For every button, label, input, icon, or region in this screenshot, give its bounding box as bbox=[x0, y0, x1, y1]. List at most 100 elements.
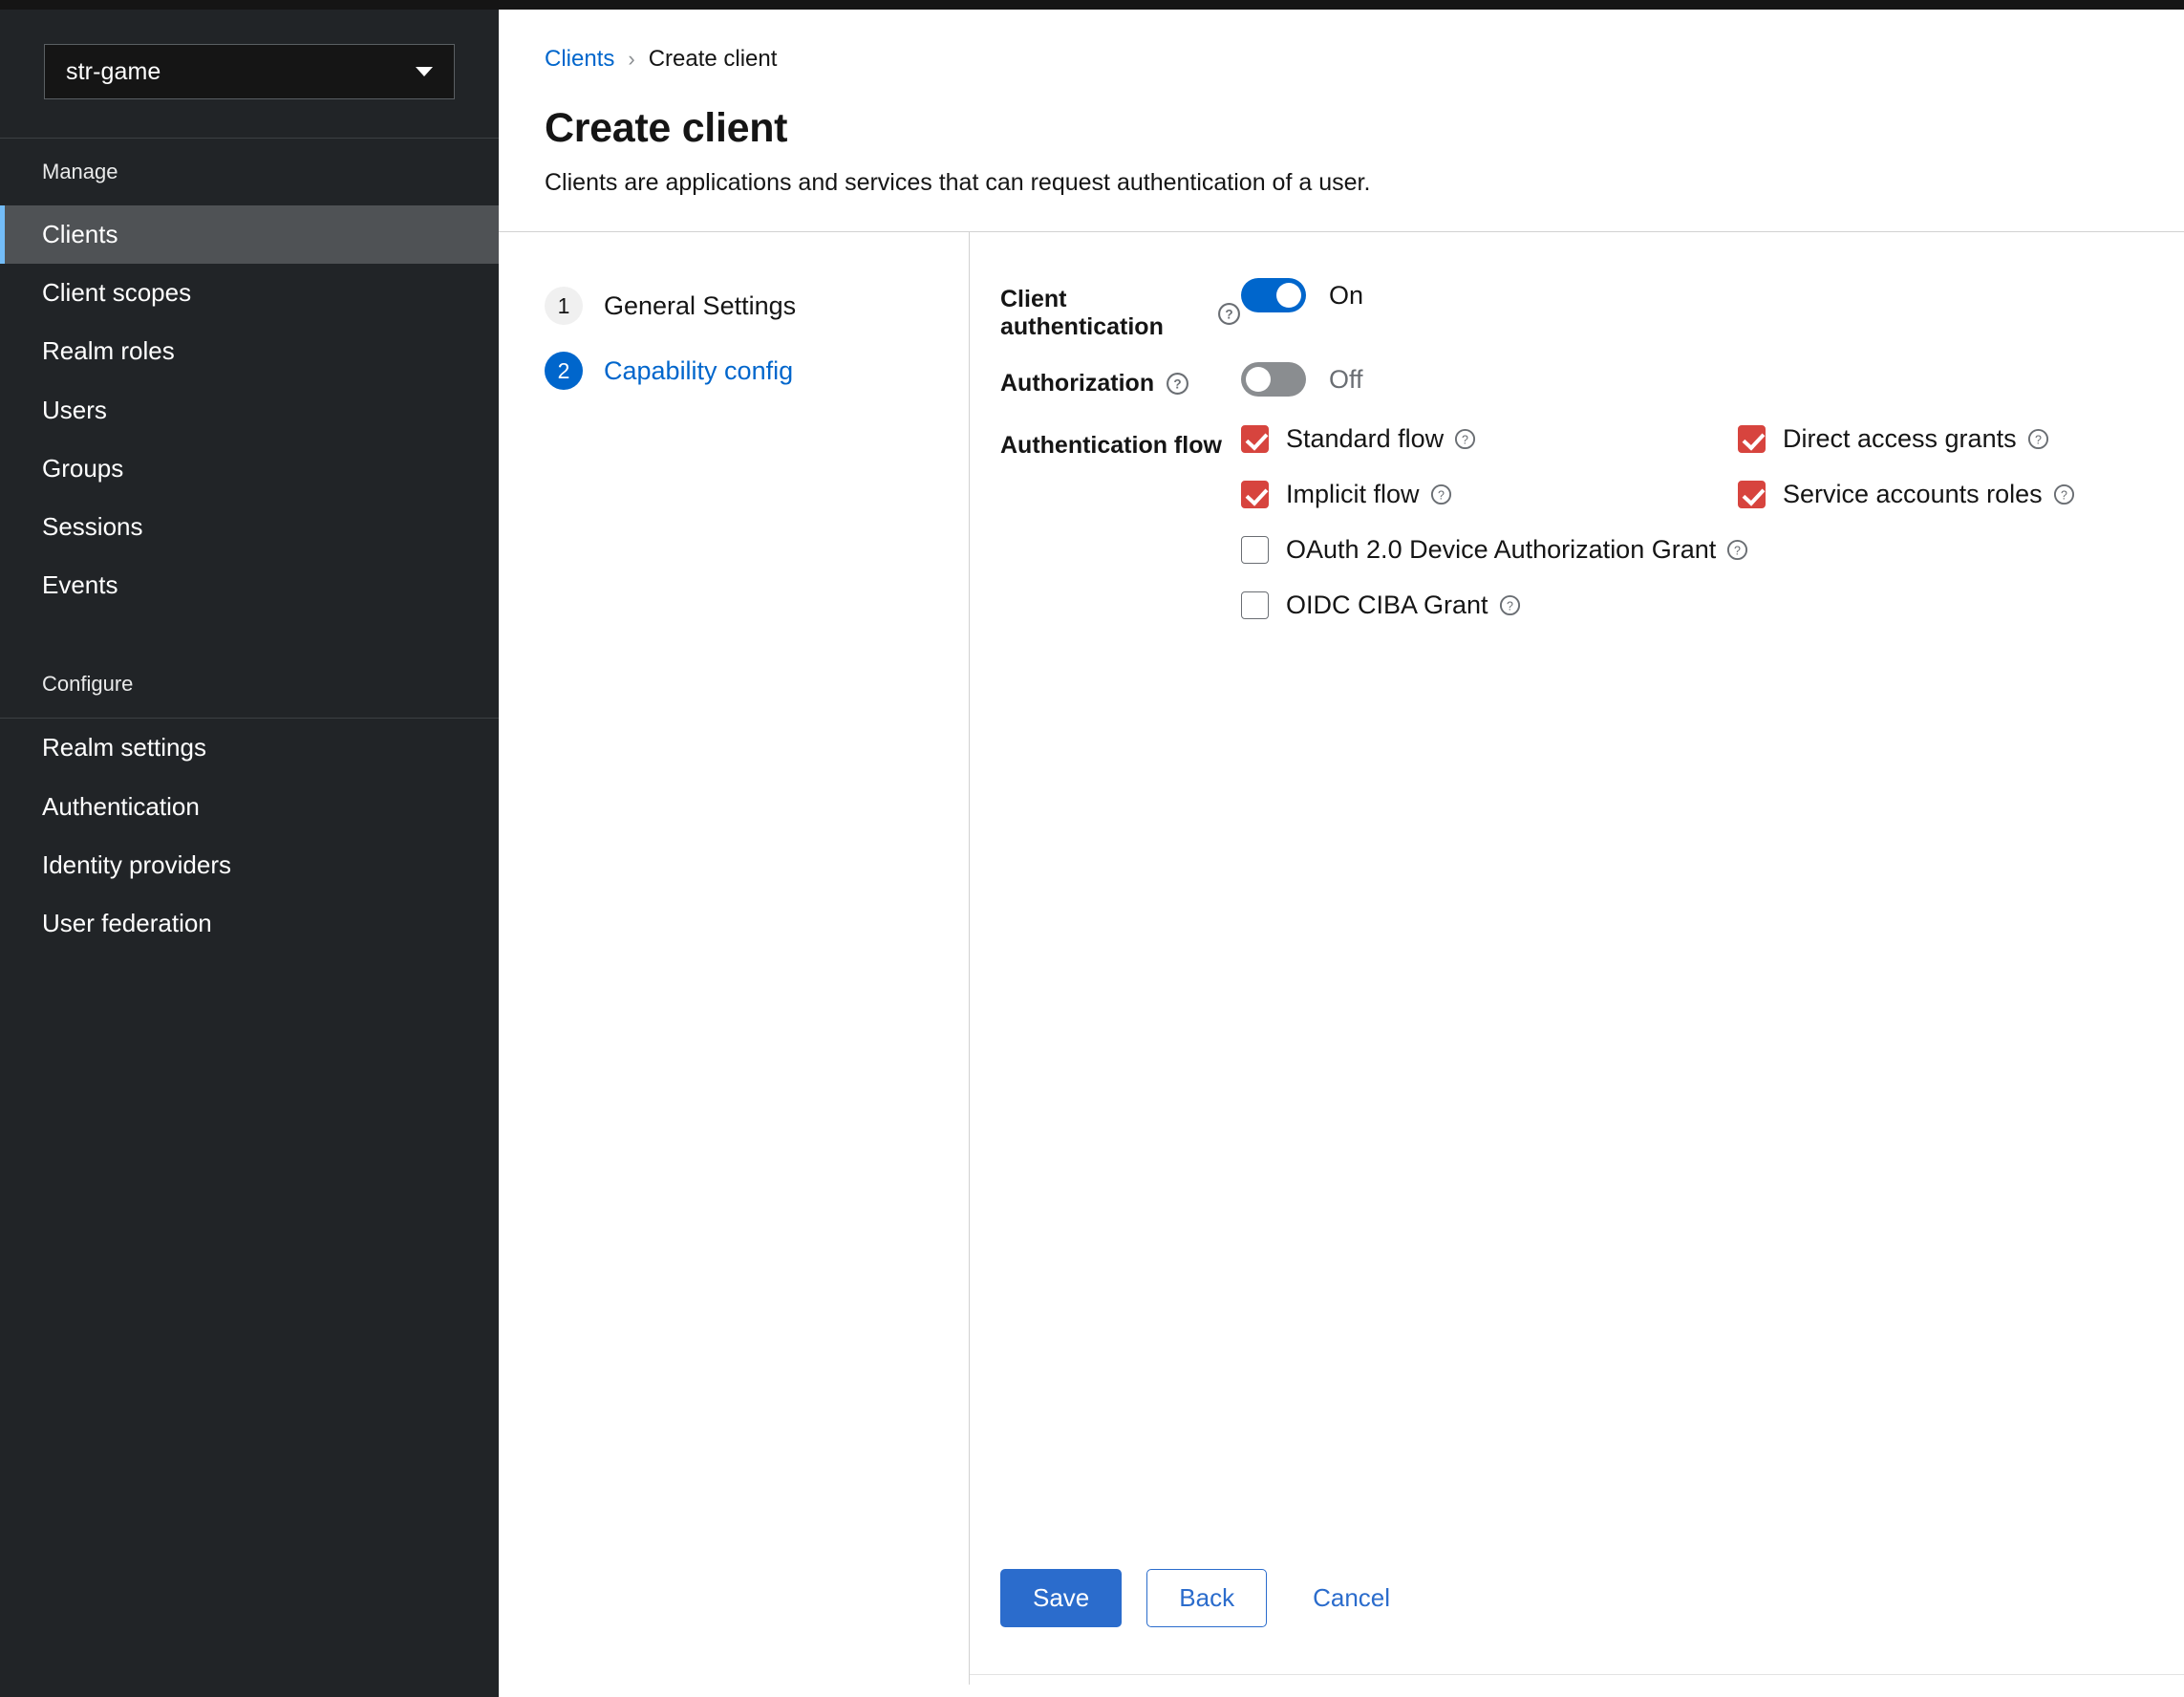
step-label: General Settings bbox=[604, 290, 797, 320]
field-control: On bbox=[1241, 278, 1363, 312]
wizard-step-general-settings[interactable]: 1 General Settings bbox=[545, 287, 969, 325]
flow-row: OAuth 2.0 Device Authorization Grant ? bbox=[1241, 535, 2075, 565]
sidebar-item-groups[interactable]: Groups bbox=[0, 440, 499, 498]
sidebar-item-label: Events bbox=[42, 570, 118, 600]
help-circle-icon[interactable]: ? bbox=[1454, 428, 1476, 450]
svg-text:?: ? bbox=[2035, 433, 2042, 446]
step-label: Capability config bbox=[604, 355, 794, 385]
toggle-knob bbox=[1246, 367, 1271, 392]
checkbox-text: Direct access grants bbox=[1783, 424, 2017, 453]
checkbox-direct-access-grants[interactable]: Direct access grants ? bbox=[1738, 424, 2049, 454]
realm-selector-value: str-game bbox=[66, 57, 161, 85]
checkbox-input[interactable] bbox=[1738, 425, 1766, 453]
svg-text:?: ? bbox=[1734, 544, 1741, 557]
chevron-down-icon bbox=[416, 67, 433, 76]
page-title: Create client bbox=[545, 105, 788, 151]
client-authentication-toggle[interactable] bbox=[1241, 278, 1306, 312]
realm-selector-container: str-game bbox=[0, 10, 499, 138]
sidebar-item-realm-roles[interactable]: Realm roles bbox=[0, 322, 499, 380]
realm-selector-dropdown[interactable]: str-game bbox=[44, 44, 455, 99]
sidebar-item-authentication[interactable]: Authentication bbox=[0, 778, 499, 836]
field-authorization: Authorization ? Off bbox=[1000, 362, 2138, 397]
checkbox-text: OAuth 2.0 Device Authorization Grant bbox=[1286, 535, 1717, 564]
svg-text:?: ? bbox=[1507, 599, 1513, 612]
checkbox-standard-flow[interactable]: Standard flow ? bbox=[1241, 424, 1738, 454]
breadcrumb: Clients › Create client bbox=[545, 46, 2138, 73]
masthead-bar bbox=[0, 0, 2184, 10]
checkbox-implicit-flow[interactable]: Implicit flow ? bbox=[1241, 480, 1738, 509]
step-number-badge: 1 bbox=[545, 287, 583, 325]
svg-text:?: ? bbox=[1462, 433, 1468, 446]
checkbox-label[interactable]: Standard flow ? bbox=[1286, 424, 1476, 454]
help-circle-icon[interactable]: ? bbox=[1726, 539, 1748, 561]
sidebar-item-realm-settings[interactable]: Realm settings bbox=[0, 719, 499, 777]
help-circle-icon[interactable]: ? bbox=[2027, 428, 2049, 450]
sidebar-item-label: Client scopes bbox=[42, 278, 192, 308]
checkbox-input[interactable] bbox=[1241, 481, 1269, 508]
sidebar-item-label: Users bbox=[42, 395, 107, 424]
svg-text:?: ? bbox=[1225, 307, 1232, 321]
field-label-wrap: Authorization ? bbox=[1000, 362, 1241, 397]
sidebar-item-user-federation[interactable]: User federation bbox=[0, 894, 499, 953]
checkbox-input[interactable] bbox=[1241, 591, 1269, 619]
checkbox-label[interactable]: Direct access grants ? bbox=[1783, 424, 2049, 454]
checkbox-input[interactable] bbox=[1241, 425, 1269, 453]
sidebar-nav-manage: Clients Client scopes Realm roles Users … bbox=[0, 205, 499, 614]
field-label: Authentication flow bbox=[1000, 432, 1222, 459]
wizard-step-capability-config[interactable]: 2 Capability config bbox=[545, 352, 969, 390]
checkbox-input[interactable] bbox=[1241, 536, 1269, 564]
field-label: Authorization bbox=[1000, 370, 1155, 397]
flow-row: Standard flow ? Direct access grants ? bbox=[1241, 424, 2075, 454]
checkbox-label[interactable]: Implicit flow ? bbox=[1286, 480, 1452, 509]
help-circle-icon[interactable]: ? bbox=[1166, 372, 1189, 396]
sidebar-item-events[interactable]: Events bbox=[0, 556, 499, 614]
field-label-wrap: Client authentication ? bbox=[1000, 278, 1241, 341]
client-authentication-state-label: On bbox=[1329, 280, 1364, 310]
svg-text:?: ? bbox=[1173, 377, 1181, 392]
checkbox-text: OIDC CIBA Grant bbox=[1286, 591, 1488, 619]
sidebar-item-users[interactable]: Users bbox=[0, 381, 499, 440]
checkbox-oauth2-device-authorization-grant[interactable]: OAuth 2.0 Device Authorization Grant ? bbox=[1241, 535, 1748, 565]
keycloak-admin-console: str-game Manage Clients Client scopes Re… bbox=[0, 0, 2184, 1697]
page-subtitle: Clients are applications and services th… bbox=[545, 169, 1371, 196]
save-button[interactable]: Save bbox=[1000, 1569, 1123, 1627]
chevron-right-icon: › bbox=[628, 47, 635, 71]
cancel-button[interactable]: Cancel bbox=[1292, 1570, 1411, 1626]
sidebar-nav-configure: Realm settings Authentication Identity p… bbox=[0, 719, 499, 953]
sidebar-item-clients[interactable]: Clients bbox=[0, 205, 499, 265]
wizard-step-nav: 1 General Settings 2 Capability config bbox=[499, 232, 970, 1685]
flow-row: OIDC CIBA Grant ? bbox=[1241, 591, 2075, 620]
authentication-flow-checkbox-grid: Standard flow ? Direct access grants ? I… bbox=[1241, 419, 2075, 646]
svg-text:?: ? bbox=[1438, 488, 1445, 502]
checkbox-text: Standard flow bbox=[1286, 424, 1445, 453]
breadcrumb-link-clients[interactable]: Clients bbox=[545, 46, 614, 73]
checkbox-label[interactable]: Service accounts roles ? bbox=[1783, 480, 2075, 509]
checkbox-label[interactable]: OAuth 2.0 Device Authorization Grant ? bbox=[1286, 535, 1748, 565]
help-circle-icon[interactable]: ? bbox=[1217, 302, 1241, 326]
help-circle-icon[interactable]: ? bbox=[1430, 483, 1452, 505]
footer-divider bbox=[970, 1674, 2184, 1675]
sidebar-item-sessions[interactable]: Sessions bbox=[0, 498, 499, 556]
help-circle-icon[interactable]: ? bbox=[1499, 594, 1521, 616]
sidebar-item-client-scopes[interactable]: Client scopes bbox=[0, 264, 499, 322]
sidebar-item-label: Realm settings bbox=[42, 733, 206, 763]
sidebar-item-identity-providers[interactable]: Identity providers bbox=[0, 836, 499, 894]
authorization-state-label: Off bbox=[1329, 364, 1363, 394]
checkbox-label[interactable]: OIDC CIBA Grant ? bbox=[1286, 591, 1521, 620]
checkbox-oidc-ciba-grant[interactable]: OIDC CIBA Grant ? bbox=[1241, 591, 1521, 620]
authorization-toggle[interactable] bbox=[1241, 362, 1306, 397]
toggle-knob bbox=[1276, 283, 1301, 308]
checkbox-text: Implicit flow bbox=[1286, 480, 1420, 508]
sidebar: str-game Manage Clients Client scopes Re… bbox=[0, 10, 499, 1697]
page-header: Clients › Create client Create client Cl… bbox=[499, 10, 2184, 231]
back-button[interactable]: Back bbox=[1146, 1569, 1268, 1627]
help-circle-icon[interactable]: ? bbox=[2053, 483, 2075, 505]
sidebar-item-label: User federation bbox=[42, 908, 212, 937]
field-label: Client authentication bbox=[1000, 286, 1164, 340]
checkbox-service-accounts-roles[interactable]: Service accounts roles ? bbox=[1738, 480, 2075, 509]
step-number-badge: 2 bbox=[545, 352, 583, 390]
checkbox-input[interactable] bbox=[1738, 481, 1766, 508]
sidebar-item-label: Sessions bbox=[42, 511, 143, 541]
sidebar-section-title-configure: Configure bbox=[42, 672, 134, 697]
wizard-footer: Save Back Cancel bbox=[1000, 1569, 1411, 1627]
